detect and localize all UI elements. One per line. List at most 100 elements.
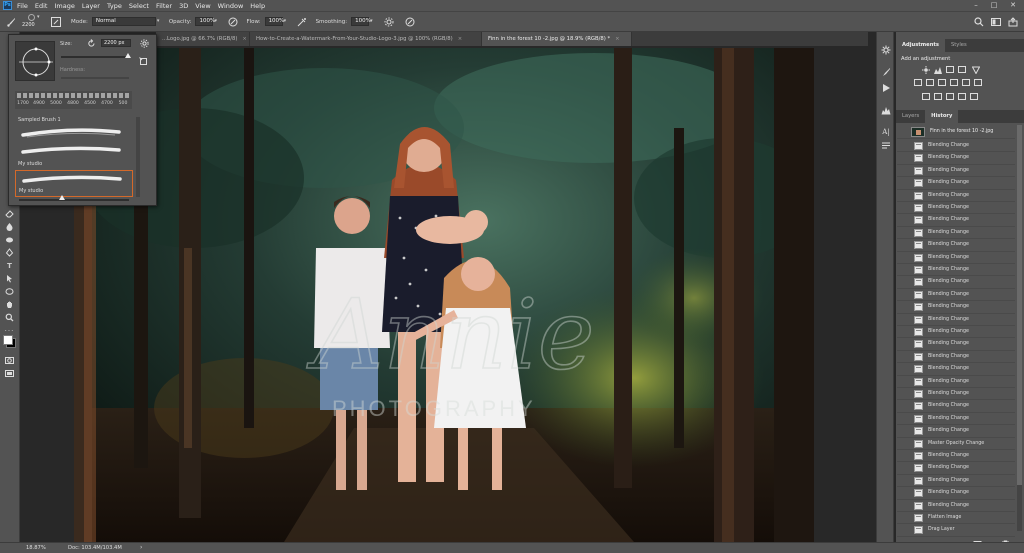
tab-finn-in-the-forest[interactable]: Finn in the forest 10 -2.jpg @ 18.9% (RG… — [482, 32, 632, 46]
history-state-row[interactable]: Drag Layer — [897, 524, 1015, 537]
history-state-row[interactable]: Blending Change — [897, 363, 1015, 376]
hardness-slider[interactable] — [61, 77, 129, 79]
new-preset-icon[interactable] — [139, 57, 149, 67]
brush-preset-picker[interactable]: 2200 ▾ — [22, 13, 42, 30]
history-scrollbar-thumb[interactable] — [1017, 125, 1022, 485]
history-state-row[interactable]: Blending Change — [897, 314, 1015, 326]
history-state-row[interactable]: Blending Change — [897, 289, 1015, 302]
history-state-row[interactable]: Blending Change — [897, 450, 1015, 463]
brush-size-input[interactable]: 2200 px — [101, 39, 131, 47]
history-state-row[interactable]: Blending Change — [897, 214, 1015, 227]
preset-size-3[interactable]: 5000 — [48, 101, 64, 106]
menu-edit[interactable]: Edit — [35, 2, 48, 10]
menu-3d[interactable]: 3D — [179, 2, 188, 10]
exposure-icon[interactable] — [958, 66, 966, 73]
vibrance-icon[interactable] — [972, 66, 980, 74]
history-state-row[interactable]: Blending Change — [897, 264, 1015, 277]
hue-saturation-icon[interactable] — [914, 79, 922, 86]
brush-list-scrollbar[interactable] — [136, 117, 140, 197]
sponge-tool-icon[interactable] — [4, 234, 15, 245]
history-state-row[interactable]: Blending Change — [897, 413, 1015, 426]
brush-settings-icon[interactable] — [50, 16, 61, 27]
history-state-row[interactable]: Blending Change — [897, 190, 1015, 202]
brush-preset-my-studio-2-selected[interactable]: My studio — [15, 170, 133, 197]
history-state-row[interactable]: Blending Change — [897, 462, 1015, 475]
pressure-size-icon[interactable] — [404, 16, 415, 27]
tab-adjustments[interactable]: Adjustments — [896, 39, 945, 52]
share-icon[interactable] — [1007, 16, 1018, 27]
photo-filter-icon[interactable] — [950, 79, 958, 86]
airbrush-icon[interactable] — [297, 16, 308, 27]
history-state-row[interactable]: Blending Change — [897, 152, 1015, 165]
blur-tool-icon[interactable] — [4, 221, 15, 232]
preset-size-5[interactable]: 4500 — [82, 101, 98, 106]
history-scrollbar[interactable] — [1017, 125, 1022, 531]
recent-brush-thumbnails[interactable] — [17, 93, 130, 98]
thumbnail-size-slider[interactable] — [19, 199, 129, 201]
chevron-down-icon[interactable]: ▾ — [370, 17, 377, 26]
smoothing-input[interactable]: 100% — [351, 17, 371, 26]
history-state-row[interactable]: Blending Change — [897, 239, 1015, 252]
preset-size-4[interactable]: 4800 — [65, 101, 81, 106]
chevron-down-icon[interactable]: ▾ — [284, 17, 291, 26]
history-state-row[interactable]: Flatten Image — [897, 512, 1015, 525]
character-panel-icon[interactable]: A| — [880, 126, 892, 138]
history-state-row[interactable]: Blending Change — [897, 400, 1015, 413]
history-state-row[interactable]: Master Opacity Change — [897, 438, 1015, 450]
zoom-level[interactable]: 18.87% — [26, 545, 46, 551]
history-state-row[interactable]: Blending Change — [897, 177, 1015, 190]
tab-layers[interactable]: Layers — [896, 110, 925, 123]
preset-size-2[interactable]: 4900 — [31, 101, 47, 106]
workspace-icon[interactable] — [990, 16, 1001, 27]
history-snapshot-row[interactable]: Finn in the forest 10 -2.jpg — [897, 125, 1015, 139]
maximize-icon[interactable]: □ — [986, 0, 1002, 11]
forest-family-photo[interactable]: Annie PHOTOGRAPHY — [74, 48, 814, 542]
color-balance-icon[interactable] — [926, 79, 934, 86]
preset-size-1[interactable]: 1700 — [15, 101, 31, 106]
curves-icon[interactable] — [946, 66, 954, 73]
pen-tool-icon[interactable] — [4, 247, 15, 258]
foreground-color-swatch[interactable] — [3, 335, 13, 345]
invert-icon[interactable] — [922, 93, 930, 100]
brush-settings-panel-icon[interactable] — [880, 66, 892, 78]
history-state-row[interactable]: Blending Change — [897, 376, 1015, 388]
menu-view[interactable]: View — [195, 2, 210, 10]
ellipse-tool-icon[interactable] — [4, 286, 15, 297]
selective-color-icon[interactable] — [970, 93, 978, 100]
status-menu-chevron-icon[interactable]: › — [140, 544, 142, 551]
pressure-opacity-icon[interactable] — [227, 16, 238, 27]
threshold-icon[interactable] — [946, 93, 954, 100]
quick-mask-icon[interactable] — [4, 355, 15, 366]
navigator-gear-icon[interactable] — [880, 44, 892, 56]
color-lookup-icon[interactable] — [974, 79, 982, 86]
opacity-input[interactable]: 100% — [195, 17, 215, 26]
brush-preset-my-studio-1[interactable]: My studio — [15, 142, 133, 169]
history-state-row[interactable]: Blending Change — [897, 301, 1015, 314]
close-tab-icon[interactable]: × — [242, 36, 246, 42]
smoothing-options-gear-icon[interactable] — [383, 16, 394, 27]
thumbnail-size-handle[interactable] — [59, 195, 65, 200]
size-slider-handle[interactable] — [125, 53, 131, 58]
history-state-row[interactable]: Blending Change — [897, 140, 1015, 153]
eraser-tool-icon[interactable] — [4, 208, 15, 219]
history-state-row[interactable]: Blending Change — [897, 165, 1015, 178]
posterize-icon[interactable] — [934, 93, 942, 100]
search-icon[interactable] — [973, 16, 984, 27]
paragraph-panel-icon[interactable] — [880, 140, 892, 152]
history-state-row[interactable]: Blending Change — [897, 202, 1015, 215]
menu-help[interactable]: Help — [250, 2, 265, 10]
path-selection-tool-icon[interactable] — [4, 273, 15, 284]
menu-window[interactable]: Window — [218, 2, 244, 10]
close-window-icon[interactable]: ✕ — [1005, 0, 1021, 11]
menu-select[interactable]: Select — [129, 2, 149, 10]
channel-mixer-icon[interactable] — [962, 79, 970, 86]
history-state-row[interactable]: Blending Change — [897, 475, 1015, 488]
brightness-contrast-icon[interactable] — [922, 66, 930, 74]
preset-size-6[interactable]: 4700 — [99, 101, 115, 106]
history-state-row[interactable]: Blending Change — [897, 500, 1015, 512]
history-state-row[interactable]: Blending Change — [897, 338, 1015, 351]
histogram-icon[interactable] — [880, 104, 892, 116]
brush-preset-sampled-brush-1[interactable]: Sampled Brush 1 — [15, 117, 133, 144]
screen-mode-icon[interactable] — [4, 368, 15, 379]
chevron-down-icon[interactable]: ▾ — [214, 17, 221, 26]
